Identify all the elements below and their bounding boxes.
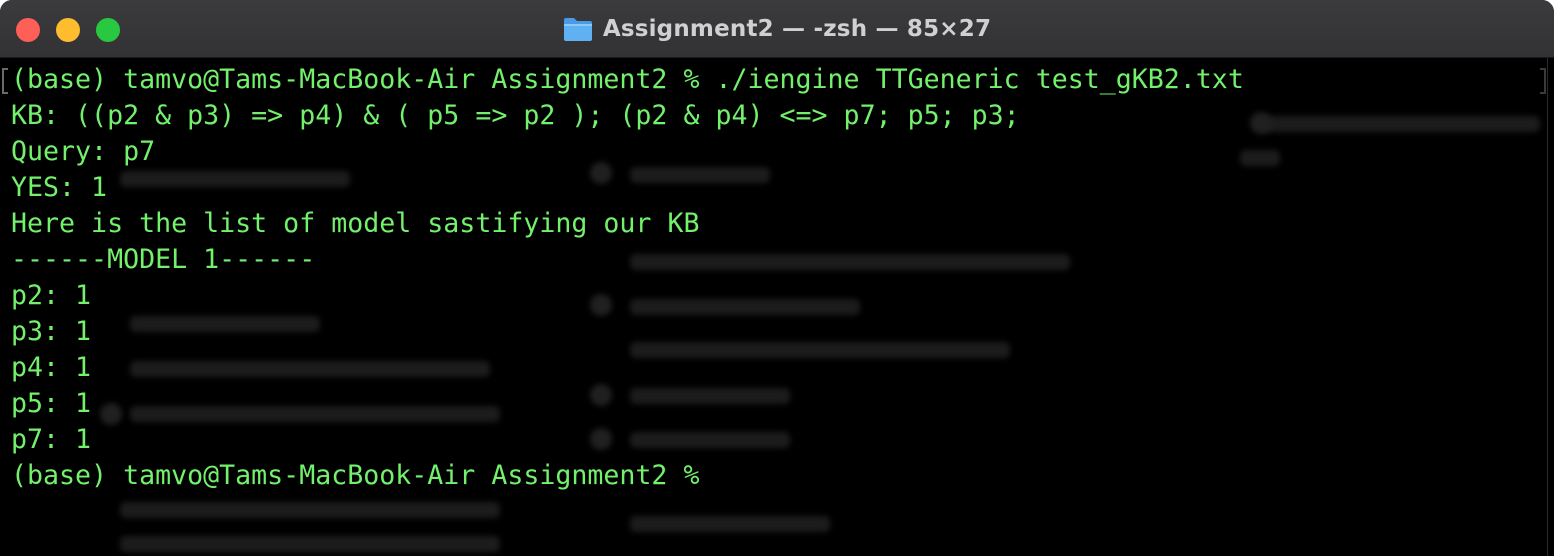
- output-line-query: Query: p7: [11, 136, 156, 167]
- command-line: (base) tamvo@Tams-MacBook-Air Assignment…: [11, 64, 1244, 95]
- title-bar[interactable]: Assignment2 — -zsh — 85×27: [0, 0, 1554, 58]
- output-line-p3: p3: 1: [11, 316, 92, 347]
- output-line-result: YES: 1: [11, 172, 108, 203]
- output-line-model-title: ------MODEL 1------: [11, 244, 316, 275]
- shell-prompt[interactable]: (base) tamvo@Tams-MacBook-Air Assignment…: [11, 458, 1244, 494]
- window-title: Assignment2 — -zsh — 85×27: [602, 16, 992, 42]
- output-line-p4: p4: 1: [11, 352, 92, 383]
- scroll-marker-right: [1540, 68, 1546, 94]
- scrollbar-track[interactable]: [1547, 58, 1548, 556]
- output-line-p5: p5: 1: [11, 388, 92, 419]
- scroll-marker-left: [2, 68, 8, 94]
- output-line-p2: p2: 1: [11, 280, 92, 311]
- output-line-model-header: Here is the list of model sastifying our…: [11, 208, 700, 239]
- terminal-window: Assignment2 — -zsh — 85×27 (base) tamvo@…: [0, 0, 1554, 556]
- terminal-content[interactable]: (base) tamvo@Tams-MacBook-Air Assignment…: [0, 58, 1554, 556]
- output-line-kb: KB: ((p2 & p3) => p4) & ( p5 => p2 ); (p…: [11, 100, 1020, 131]
- terminal-output[interactable]: (base) tamvo@Tams-MacBook-Air Assignment…: [11, 62, 1244, 494]
- folder-icon: [563, 18, 592, 41]
- output-line-p7: p7: 1: [11, 424, 92, 455]
- window-title-group: Assignment2 — -zsh — 85×27: [0, 0, 1554, 58]
